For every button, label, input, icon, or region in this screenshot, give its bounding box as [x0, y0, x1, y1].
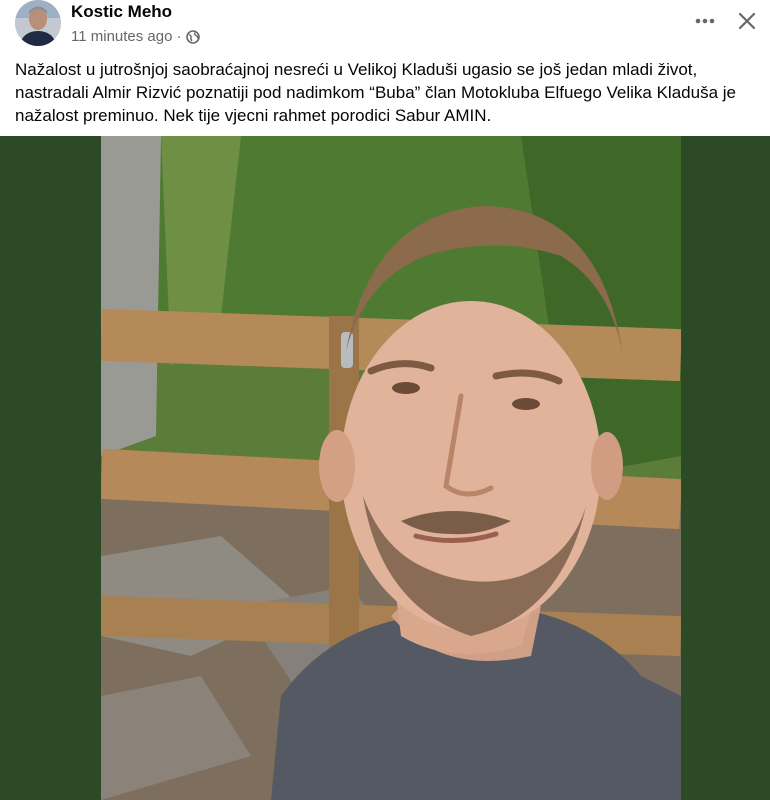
more-options-button[interactable]: [688, 8, 722, 34]
post-message: Nažalost u jutrošnjoj saobraćajnoj nesre…: [15, 58, 760, 127]
author-name[interactable]: Kostic Meho: [71, 2, 172, 22]
globe-icon[interactable]: [186, 29, 201, 44]
close-button[interactable]: [732, 6, 762, 36]
post-timestamp[interactable]: 11 minutes ago: [71, 28, 172, 45]
post-header: Kostic Meho 11 minutes ago ·: [0, 0, 770, 54]
author-avatar[interactable]: [15, 0, 61, 46]
photo-image: [101, 136, 681, 800]
meta-separator: ·: [176, 28, 182, 45]
post-message-text: Nažalost u jutrošnjoj saobraćajnoj nesre…: [15, 60, 736, 125]
post-photo[interactable]: [101, 136, 681, 800]
post-media: [0, 136, 770, 800]
post-meta: 11 minutes ago ·: [71, 28, 201, 45]
more-horizontal-icon: [695, 18, 715, 24]
facebook-post: Kostic Meho 11 minutes ago · Nažalost u …: [0, 0, 770, 800]
avatar-image: [15, 0, 61, 46]
close-icon: [738, 12, 756, 30]
